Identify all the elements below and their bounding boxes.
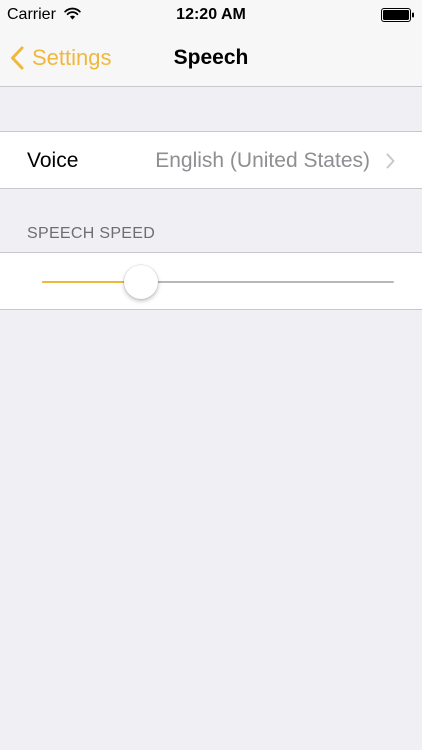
voice-value: English (United States) bbox=[155, 149, 370, 172]
speech-speed-header: SPEECH SPEED bbox=[27, 225, 156, 242]
voice-row[interactable]: Voice English (United States) bbox=[0, 131, 422, 189]
battery-icon bbox=[381, 8, 414, 22]
voice-label: Voice bbox=[27, 149, 79, 172]
chevron-right-icon bbox=[386, 153, 395, 169]
slider-thumb[interactable] bbox=[124, 265, 158, 299]
status-bar: Carrier 12:20 AM bbox=[0, 0, 422, 30]
navigation-bar: Settings Speech bbox=[0, 30, 422, 86]
speech-speed-slider[interactable] bbox=[42, 265, 394, 299]
page-title: Speech bbox=[173, 46, 249, 69]
status-time: 12:20 AM bbox=[176, 6, 246, 23]
top-bar: Carrier 12:20 AM Settings Speech bbox=[0, 0, 422, 87]
speech-speed-row bbox=[0, 252, 422, 310]
